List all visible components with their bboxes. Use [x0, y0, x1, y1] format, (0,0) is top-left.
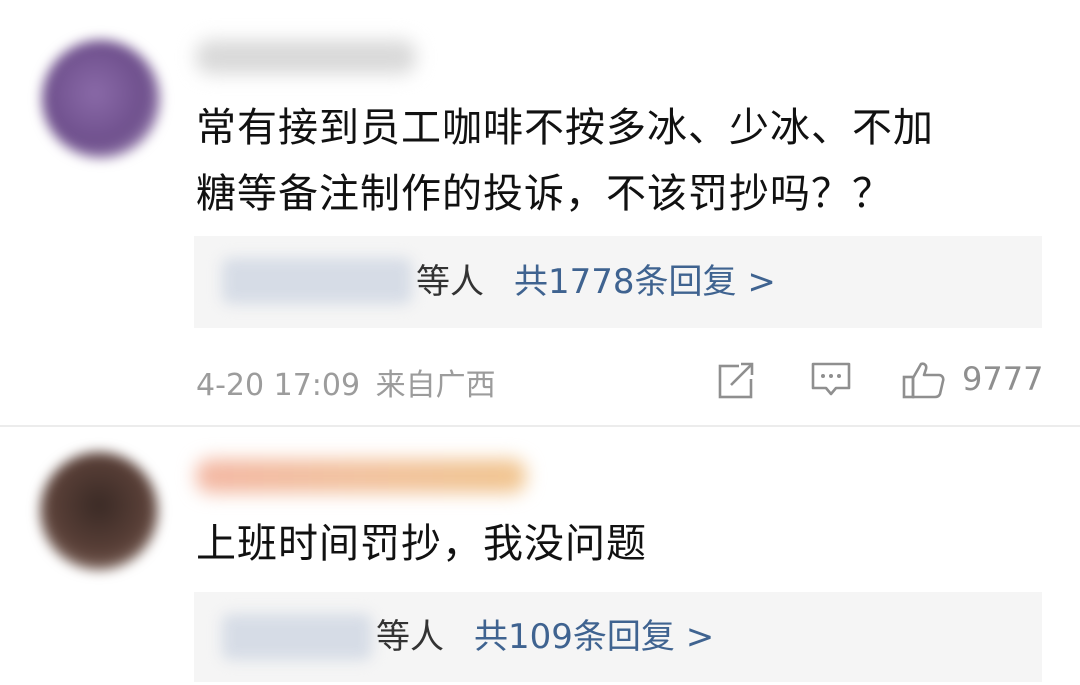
- username[interactable]: [196, 40, 416, 74]
- comment-item: 常有接到员工咖啡不按多冰、少冰、不加 糖等备注制作的投诉，不该罚抄吗？？ 等人 …: [0, 0, 1080, 425]
- view-replies-link[interactable]: 共1778条回复 >: [514, 236, 776, 328]
- reply-usernames: [222, 258, 412, 304]
- comment-text-line: 上班时间罚抄，我没问题: [196, 521, 647, 567]
- comment-text: 常有接到员工咖啡不按多冰、少冰、不加 糖等备注制作的投诉，不该罚抄吗？？: [196, 95, 1036, 227]
- comment-text-line: 常有接到员工咖啡不按多冰、少冰、不加: [196, 105, 934, 151]
- comment-icon[interactable]: [810, 360, 852, 404]
- comment-item: 上班时间罚抄，我没问题 等人 共109条回复 >: [0, 427, 1080, 685]
- avatar[interactable]: [40, 452, 158, 570]
- avatar[interactable]: [42, 40, 160, 158]
- reply-preview[interactable]: 等人 共1778条回复 >: [194, 236, 1042, 328]
- timestamp: 4-20 17:09 来自广西: [196, 360, 496, 404]
- reply-suffix: 等人: [376, 617, 444, 657]
- comment-meta: 4-20 17:09 来自广西 9777: [0, 360, 1080, 403]
- reply-suffix: 等人: [416, 262, 484, 302]
- share-icon[interactable]: [717, 360, 757, 404]
- reply-usernames: [222, 614, 372, 660]
- comment-text: 上班时间罚抄，我没问题: [196, 511, 1036, 577]
- view-replies-link[interactable]: 共109条回复 >: [474, 592, 714, 682]
- location-text: 来自广西: [375, 368, 496, 403]
- like-icon[interactable]: [902, 360, 946, 404]
- timestamp-text: 4-20 17:09: [196, 368, 361, 403]
- username[interactable]: [196, 459, 526, 493]
- like-count: 9777: [962, 360, 1044, 398]
- comment-text-line: 糖等备注制作的投诉，不该罚抄吗？？: [196, 171, 893, 217]
- reply-preview[interactable]: 等人 共109条回复 >: [194, 592, 1042, 682]
